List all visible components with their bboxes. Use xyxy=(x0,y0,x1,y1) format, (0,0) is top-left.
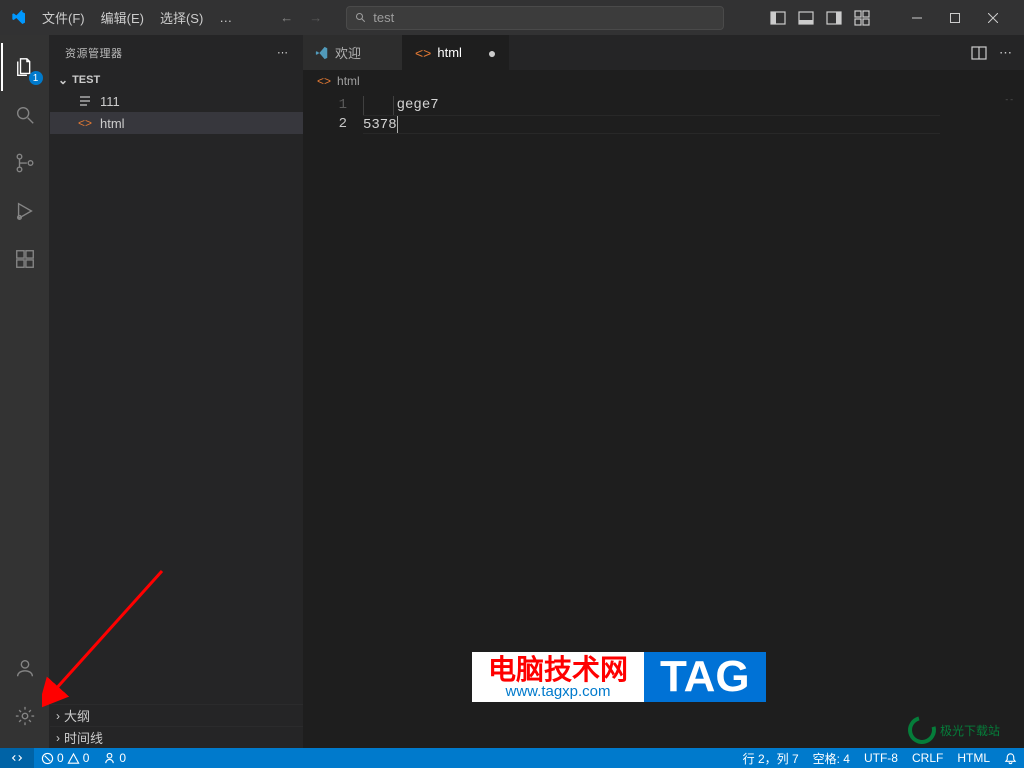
watermark-tag: 电脑技术网 www.tagxp.com TAG xyxy=(472,652,766,702)
chevron-down-icon: ⌄ xyxy=(58,73,68,87)
html-file-icon: <> xyxy=(317,74,331,88)
search-text: test xyxy=(373,10,394,25)
window-close-icon[interactable] xyxy=(974,7,1012,29)
chevron-right-icon: › xyxy=(56,731,60,745)
activity-accounts-icon[interactable] xyxy=(1,644,49,692)
vscode-logo xyxy=(4,10,34,26)
watermark-url: www.tagxp.com xyxy=(505,684,610,699)
nav-forward-icon[interactable]: → xyxy=(309,10,322,25)
tab-label: html xyxy=(437,45,462,60)
titlebar: 文件(F) 编辑(E) 选择(S) … ← → test xyxy=(0,0,1024,35)
folder-test[interactable]: ⌄ TEST xyxy=(50,70,303,90)
status-line-col[interactable]: 行 2，列 7 xyxy=(736,750,806,767)
window-maximize-icon[interactable] xyxy=(936,7,974,29)
timeline-section[interactable]: › 时间线 xyxy=(50,726,303,748)
explorer-badge: 1 xyxy=(29,71,43,85)
watermark-jiguang: 极光下载站 xyxy=(908,716,1000,744)
activity-source-control-icon[interactable] xyxy=(1,139,49,187)
minimap-mark: -- xyxy=(1004,96,1014,105)
gutter: 1 2 xyxy=(303,92,363,748)
status-spaces[interactable]: 空格: 4 xyxy=(806,750,857,767)
outline-label: 大纲 xyxy=(64,706,90,725)
editor-body[interactable]: 1 2 gege7 5378 -- xyxy=(303,92,1024,748)
editor-tabs: 欢迎 <> html ● ⋯ xyxy=(303,35,1024,70)
menu-edit[interactable]: 编辑(E) xyxy=(93,4,152,31)
minimap[interactable]: -- xyxy=(940,92,1024,748)
status-encoding[interactable]: UTF-8 xyxy=(857,751,905,765)
customize-layout-icon[interactable] xyxy=(854,10,870,26)
activity-search-icon[interactable] xyxy=(1,91,49,139)
layout-sidebar-right-icon[interactable] xyxy=(826,10,842,26)
status-language[interactable]: HTML xyxy=(950,751,997,765)
modified-dot-icon: ● xyxy=(488,45,496,61)
activity-settings-gear-icon[interactable] xyxy=(1,692,49,740)
html-file-icon: <> xyxy=(415,45,431,61)
sidebar-title: 资源管理器 xyxy=(65,45,123,61)
tab-welcome[interactable]: 欢迎 xyxy=(303,35,403,70)
activity-bar: 1 xyxy=(0,35,50,748)
file-item-111[interactable]: 111 xyxy=(50,90,303,112)
menu-file[interactable]: 文件(F) xyxy=(34,4,93,31)
tab-label: 欢迎 xyxy=(335,43,361,62)
activity-run-debug-icon[interactable] xyxy=(1,187,49,235)
breadcrumb[interactable]: <> html xyxy=(303,70,1024,92)
text-file-icon xyxy=(78,94,92,108)
status-problems[interactable]: 0 0 xyxy=(34,751,96,765)
activity-explorer-icon[interactable]: 1 xyxy=(1,43,49,91)
menu-select[interactable]: 选择(S) xyxy=(152,4,211,31)
errors-count: 0 xyxy=(57,751,64,765)
vscode-icon xyxy=(315,46,329,60)
chevron-right-icon: › xyxy=(56,709,60,723)
activity-extensions-icon[interactable] xyxy=(1,235,49,283)
watermark-tag-label: TAG xyxy=(644,652,766,702)
watermark-text: 电脑技术网 xyxy=(488,656,628,684)
statusbar: 0 0 0 行 2，列 7 空格: 4 UTF-8 CRLF HTML xyxy=(0,748,1024,768)
status-notifications-icon[interactable] xyxy=(997,752,1024,765)
split-editor-icon[interactable] xyxy=(971,45,987,61)
editor-more-icon[interactable]: ⋯ xyxy=(999,45,1012,61)
tab-html[interactable]: <> html ● xyxy=(403,35,509,70)
layout-panel-bottom-icon[interactable] xyxy=(798,10,814,26)
logo-circle-icon xyxy=(903,711,941,749)
status-eol[interactable]: CRLF xyxy=(905,751,950,765)
window-minimize-icon[interactable] xyxy=(898,7,936,29)
line-number: 2 xyxy=(303,115,347,134)
outline-section[interactable]: › 大纲 xyxy=(50,704,303,726)
file-label: 111 xyxy=(100,94,120,109)
remote-indicator[interactable] xyxy=(0,748,34,768)
layout-sidebar-left-icon[interactable] xyxy=(770,10,786,26)
file-label: html xyxy=(100,116,125,131)
timeline-label: 时间线 xyxy=(64,728,103,747)
folder-label: TEST xyxy=(72,74,100,86)
status-ports[interactable]: 0 xyxy=(96,751,133,765)
code-content[interactable]: gege7 5378 xyxy=(363,92,1024,748)
sidebar-more-icon[interactable]: ⋯ xyxy=(277,46,288,59)
watermark-jg-text: 极光下载站 xyxy=(940,722,1000,739)
breadcrumb-text: html xyxy=(337,74,360,88)
text-cursor xyxy=(397,116,398,133)
warnings-count: 0 xyxy=(83,751,90,765)
search-icon xyxy=(355,12,367,24)
nav-back-icon[interactable]: ← xyxy=(280,10,293,25)
command-center-search[interactable]: test xyxy=(346,6,724,30)
html-file-icon: <> xyxy=(78,116,92,130)
sidebar: 资源管理器 ⋯ ⌄ TEST 111 <> html › 大纲 xyxy=(50,35,303,748)
editor-area: 欢迎 <> html ● ⋯ <> html 1 2 xyxy=(303,35,1024,748)
file-item-html[interactable]: <> html xyxy=(50,112,303,134)
line-number: 1 xyxy=(303,96,347,115)
menu-more-icon[interactable]: … xyxy=(211,6,240,29)
ports-count: 0 xyxy=(119,751,126,765)
